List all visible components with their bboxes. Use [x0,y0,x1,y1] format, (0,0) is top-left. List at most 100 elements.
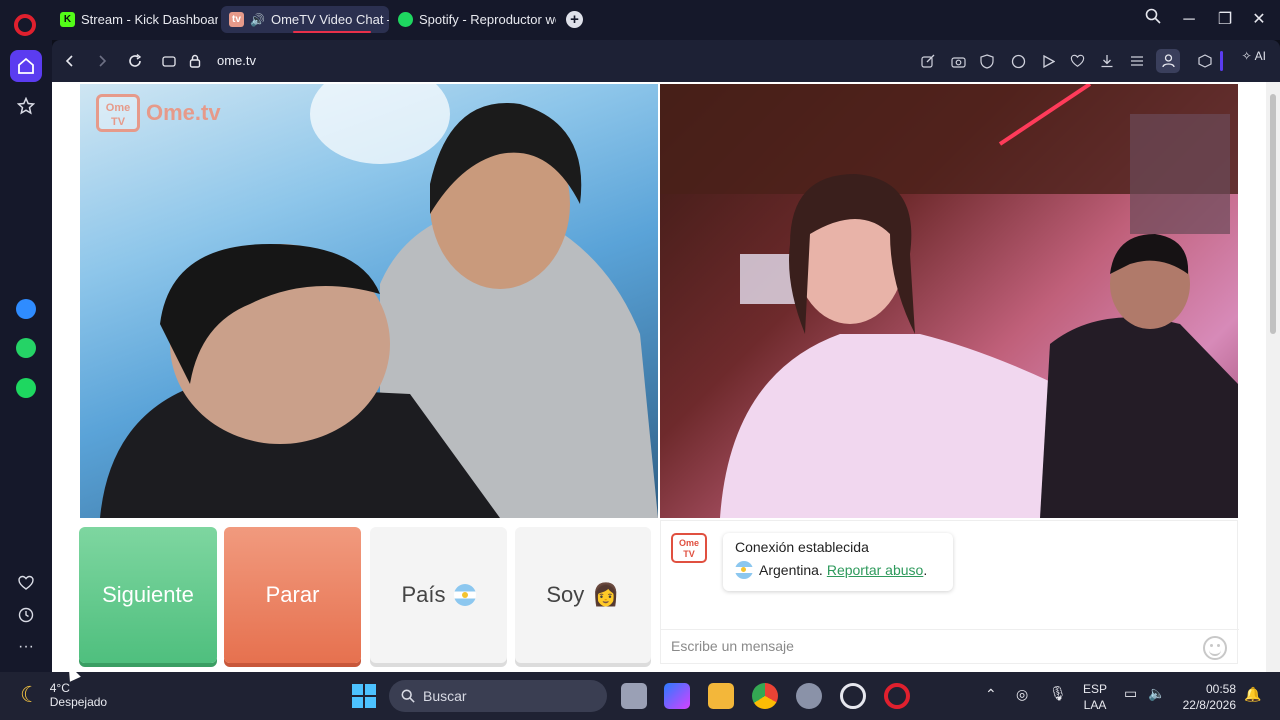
whatsapp-icon[interactable] [10,332,42,364]
tab-label: Spotify - Reproductor web [419,12,556,27]
notifications-icon[interactable]: 🔔 [1244,686,1261,703]
brand-name: Ome.tv [146,100,221,125]
tab-ometv[interactable]: tv 🔊 OmeTV Video Chat — [221,6,389,33]
microphone-icon[interactable]: 🎙 [1049,685,1067,702]
speaker-icon[interactable]: 🔊 [250,13,265,27]
weather-widget[interactable]: ☾ 4°C Despejado [20,681,107,709]
stop-button[interactable]: Parar [224,527,361,663]
remote-video-frame [660,84,1238,518]
weather-condition: Despejado [49,695,108,709]
extensions-icon[interactable] [1195,51,1215,71]
settings-icon[interactable] [796,683,822,709]
scroll-thumb[interactable] [1270,94,1276,334]
clock-date: 22/8/2026 [1182,698,1236,712]
camera-icon[interactable] [948,51,968,71]
argentina-flag-icon [735,561,753,579]
taskbar-search[interactable]: Buscar [389,680,607,712]
local-video: Ome TV Ome.tv [80,84,658,518]
ai-label: AI [1254,49,1266,63]
back-icon[interactable] [60,51,80,71]
download-icon[interactable] [1097,51,1117,71]
kick-icon: K [60,12,75,27]
search-icon [401,689,415,703]
messenger-icon[interactable] [10,293,42,325]
lock-icon[interactable] [185,51,205,71]
address-bar: ome.tv ✧ AI [52,40,1280,82]
gender-button[interactable]: Soy 👩 [515,527,651,663]
new-tab-button[interactable]: + [566,11,583,28]
emoji-icon[interactable] [1203,636,1227,660]
tab-kick-dashboard[interactable]: K Stream - Kick Dashboard [52,6,218,33]
windows-taskbar: ☾ 4°C Despejado Buscar ⌃ ◎ 🎙 ESP LAA ▭ 🔈… [0,672,1280,720]
wifi-icon[interactable]: ▭ [1124,685,1137,702]
chrome-icon[interactable] [752,683,778,709]
message-input[interactable] [671,638,1191,654]
search-tabs-icon[interactable] [1141,8,1165,32]
opera-menu-icon[interactable] [14,14,36,36]
ometv-chat-logo-icon: Ome TV [671,533,707,563]
obs-icon[interactable] [840,683,866,709]
copilot-icon[interactable] [664,683,690,709]
tab-label: Stream - Kick Dashboard [81,12,218,27]
star-icon[interactable] [10,90,42,122]
remote-video [660,84,1238,518]
ometv-logo-icon: Ome TV [96,94,140,132]
browser-tab-bar: K Stream - Kick Dashboard tv 🔊 OmeTV Vid… [0,0,1280,40]
history-icon[interactable] [10,599,42,631]
chat-panel: Ome TV Conexión establecida Argentina. R… [660,520,1239,665]
windows-start-icon[interactable] [352,684,376,708]
file-explorer-icon[interactable] [708,683,734,709]
opera-taskbar-icon[interactable] [884,683,910,709]
spotify-icon [398,12,413,27]
url-text[interactable]: ome.tv [217,53,256,68]
spotify-sidebar-icon[interactable] [10,372,42,404]
heart-icon[interactable] [10,567,42,599]
moon-icon: ☾ [20,682,40,707]
next-button[interactable]: Siguiente [79,527,217,663]
country-button[interactable]: País [370,527,507,663]
weather-temp: 4°C [49,681,70,695]
favorite-icon[interactable] [1067,51,1087,71]
aria-ai-button[interactable]: ✧ AI [1242,49,1266,63]
taskbar-clock[interactable]: 00:58 22/8/2026 [1183,681,1236,713]
volume-icon[interactable]: 🔈 [1148,685,1165,702]
minimize-button[interactable]: ─ [1177,8,1201,32]
stop-label: Parar [265,582,320,607]
more-icon[interactable]: ··· [10,631,42,663]
woman-emoji-icon: 👩 [592,582,620,607]
language-indicator[interactable]: ESP LAA [1083,681,1107,713]
show-hidden-icons-icon[interactable]: ⌃ [985,686,997,703]
task-view-icon[interactable] [621,683,647,709]
partner-country: Argentina. [759,562,823,578]
report-abuse-link[interactable]: Reportar abuso [827,562,924,578]
home-icon[interactable] [10,50,42,82]
maximize-button[interactable]: ❐ [1213,8,1237,32]
forward-icon[interactable] [92,51,112,71]
snapshot-icon[interactable] [159,51,179,71]
search-label: Buscar [423,688,467,704]
page-scrollbar[interactable] [1266,82,1280,672]
close-button[interactable]: ✕ [1247,8,1271,32]
country-label: País [401,582,446,607]
network-activity-icon[interactable]: ◎ [1016,686,1028,703]
reload-icon[interactable] [125,51,145,71]
player-icon[interactable] [1038,51,1058,71]
adblock-icon[interactable] [977,51,997,71]
local-video-frame [100,84,658,518]
message-input-row [661,629,1239,665]
clock-time: 00:58 [1205,682,1236,696]
easy-setup-icon[interactable] [1127,51,1147,71]
ometv-icon: tv [229,12,244,27]
gender-label: Soy [546,582,585,607]
edit-icon[interactable] [918,51,938,71]
browser-sidebar: ··· [0,40,52,672]
tab-label: OmeTV Video Chat — [270,12,389,27]
language-layout: LAA [1083,698,1107,712]
next-label: Siguiente [102,582,194,607]
connection-status: Conexión establecida [735,539,869,555]
language-lang: ESP [1083,682,1108,696]
tab-spotify[interactable]: Spotify - Reproductor web [390,6,556,33]
ai-icon: ✧ [1241,49,1252,63]
vpn-icon[interactable] [1008,51,1028,71]
profile-icon[interactable] [1156,49,1180,73]
